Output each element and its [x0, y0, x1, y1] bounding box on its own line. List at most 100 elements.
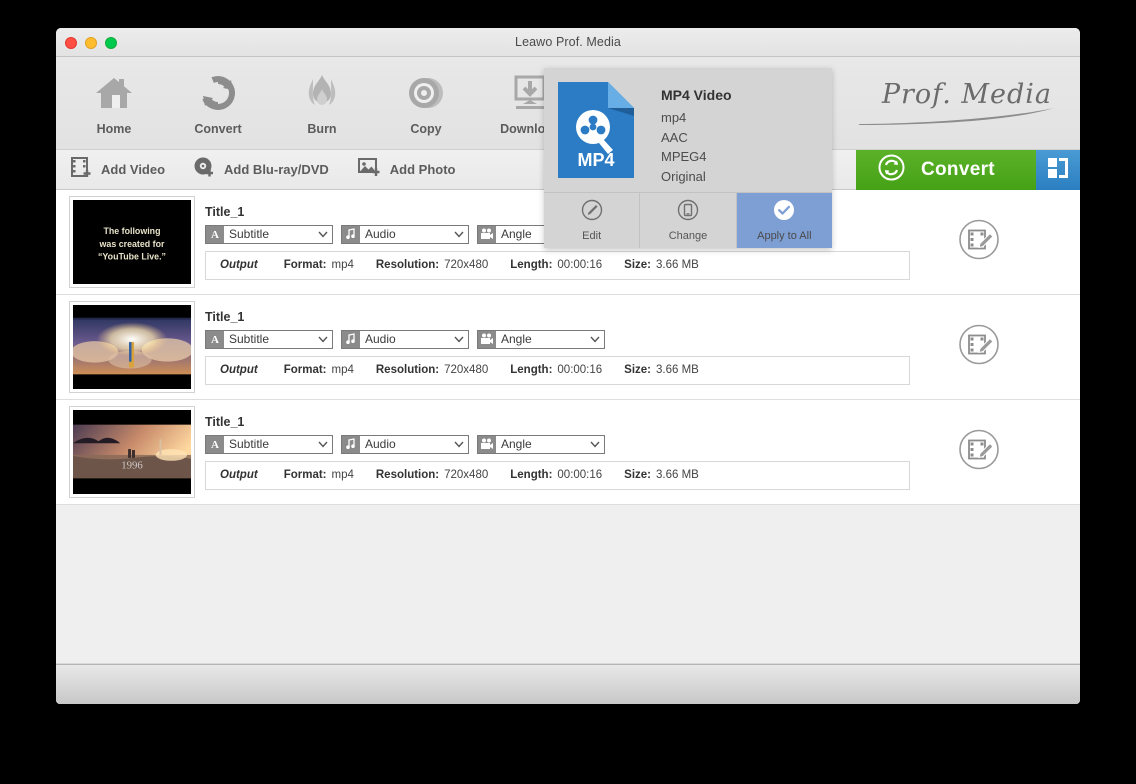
table-row[interactable]: 1996 Title_1 A Subtitle: [56, 400, 1080, 505]
resolution-value: 720x480: [444, 469, 488, 481]
format-key: Format:: [284, 364, 327, 376]
film-edit-icon[interactable]: [958, 429, 1000, 476]
convert-circle-icon: [878, 154, 905, 186]
apply-to-all-button[interactable]: Apply to All: [736, 193, 832, 248]
minimize-button[interactable]: [85, 37, 97, 49]
format-popup-actions: Edit Change: [544, 192, 832, 248]
add-bluray-dvd-button[interactable]: Add Blu-ray/DVD: [179, 150, 343, 189]
maximize-button[interactable]: [105, 37, 117, 49]
angle-select-value: Angle: [496, 332, 586, 346]
add-video-label: Add Video: [101, 162, 165, 177]
length-key: Length:: [510, 469, 552, 481]
thumbnail: [69, 301, 195, 393]
resolution-key: Resolution:: [376, 259, 439, 271]
svg-text:1996: 1996: [121, 460, 143, 472]
chevron-down-icon: [314, 231, 332, 238]
add-photo-button[interactable]: Add Photo: [343, 150, 470, 189]
audio-select[interactable]: Audio: [341, 225, 469, 244]
format-popup: MP4 MP4 Video mp4 AAC MPEG4 Original Edi…: [544, 68, 832, 248]
resolution-value: 720x480: [444, 364, 488, 376]
audio-select-value: Audio: [360, 227, 450, 241]
subtitle-select[interactable]: A Subtitle: [205, 225, 333, 244]
pencil-circle-icon: [581, 199, 603, 226]
row-selects: A Subtitle Audio: [205, 435, 1070, 454]
panel-toggle-button[interactable]: [1036, 150, 1080, 190]
format-value: mp4: [332, 364, 354, 376]
toolbar-label-burn: Burn: [307, 122, 336, 136]
size-key: Size:: [624, 259, 651, 271]
format-detail-resolution: Original: [661, 167, 732, 187]
format-detail-container: mp4: [661, 108, 732, 128]
output-label: Output: [220, 259, 258, 271]
length-value: 00:00:16: [557, 259, 602, 271]
edit-action-button[interactable]: Edit: [544, 193, 639, 248]
subtitle-select[interactable]: A Subtitle: [205, 435, 333, 454]
row-body: Title_1 A Subtitle: [205, 415, 1080, 490]
camera-angle-icon: [478, 436, 496, 453]
svg-text:A: A: [211, 229, 219, 240]
media-list: The following was created for “YouTube L…: [56, 190, 1080, 683]
output-summary: Output Format: mp4 Resolution: 720x480 L…: [205, 356, 910, 385]
add-photo-icon: [357, 156, 381, 183]
row-selects: A Subtitle Audio: [205, 330, 1070, 349]
disc-icon: [406, 71, 446, 115]
angle-select-value: Angle: [496, 437, 586, 451]
length-key: Length:: [510, 364, 552, 376]
toolbar-item-burn[interactable]: Burn: [270, 71, 374, 136]
resolution-value: 720x480: [444, 259, 488, 271]
size-value: 3.66 MB: [656, 469, 699, 481]
format-detail-audio: AAC: [661, 128, 732, 148]
table-row[interactable]: Title_1 A Subtitle: [56, 295, 1080, 400]
size-value: 3.66 MB: [656, 364, 699, 376]
convert-button[interactable]: Convert: [856, 150, 1036, 190]
toolbar-item-home[interactable]: Home: [62, 71, 166, 136]
add-video-button[interactable]: Add Video: [56, 150, 179, 189]
subtitle-select-value: Subtitle: [224, 227, 314, 241]
subtitle-a-icon: A: [206, 226, 224, 243]
output-label: Output: [220, 469, 258, 481]
output-summary: Output Format: mp4 Resolution: 720x480 L…: [205, 461, 910, 490]
film-edit-icon[interactable]: [958, 324, 1000, 371]
row-body: Title_1 A Subtitle: [205, 310, 1080, 385]
audio-note-icon: [342, 436, 360, 453]
format-detail-video: MPEG4: [661, 147, 732, 167]
toolbar-item-convert[interactable]: Convert: [166, 71, 270, 136]
svg-text:A: A: [211, 334, 219, 345]
thumbnail-image-3: 1996: [73, 410, 191, 494]
camera-angle-icon: [478, 331, 496, 348]
close-button[interactable]: [65, 37, 77, 49]
angle-select[interactable]: Angle: [477, 435, 605, 454]
apply-to-all-label: Apply to All: [757, 230, 811, 242]
subtitle-a-icon: A: [206, 331, 224, 348]
app-window: Leawo Prof. Media Home: [56, 28, 1080, 704]
format-popup-body: MP4 MP4 Video mp4 AAC MPEG4 Original: [544, 68, 832, 192]
chevron-down-icon: [586, 336, 604, 343]
change-action-button[interactable]: Change: [639, 193, 735, 248]
chevron-down-icon: [314, 441, 332, 448]
thumbnail-image-1: The following was created for “YouTube L…: [73, 200, 191, 284]
home-icon: [93, 71, 135, 115]
resolution-key: Resolution:: [376, 469, 439, 481]
svg-text:was created for: was created for: [99, 239, 165, 249]
audio-select[interactable]: Audio: [341, 435, 469, 454]
change-action-label: Change: [669, 230, 708, 242]
film-edit-icon[interactable]: [958, 219, 1000, 266]
device-circle-icon: [677, 199, 699, 226]
row-title: Title_1: [205, 310, 1070, 324]
row-title: Title_1: [205, 415, 1070, 429]
title-bar: Leawo Prof. Media: [56, 28, 1080, 57]
angle-select[interactable]: Angle: [477, 330, 605, 349]
check-circle-icon: [773, 199, 795, 226]
add-video-icon: [70, 156, 92, 183]
length-key: Length:: [510, 259, 552, 271]
brand-swoosh-icon: [858, 108, 1058, 126]
subtitle-select-value: Subtitle: [224, 437, 314, 451]
subtitle-select[interactable]: A Subtitle: [205, 330, 333, 349]
traffic-lights: [65, 37, 117, 49]
subtitle-a-icon: A: [206, 436, 224, 453]
camera-angle-icon: [478, 226, 496, 243]
output-label: Output: [220, 364, 258, 376]
audio-select[interactable]: Audio: [341, 330, 469, 349]
toolbar-label-home: Home: [97, 122, 132, 136]
toolbar-item-copy[interactable]: Copy: [374, 71, 478, 136]
